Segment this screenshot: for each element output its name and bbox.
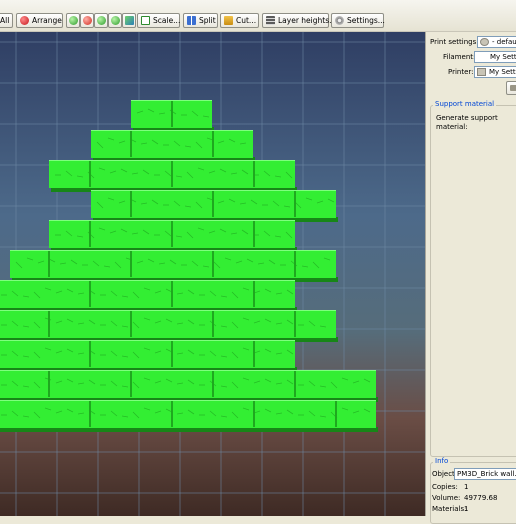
volume-value: 49779.68 <box>464 494 498 502</box>
gear-icon <box>335 16 344 25</box>
copies-value: 1 <box>464 483 469 491</box>
filament-value: My Settings <box>490 53 516 61</box>
filament-label: Filament: <box>443 53 476 61</box>
rotate-left-icon <box>97 16 106 25</box>
print-settings-icon <box>480 38 489 46</box>
select-all-button[interactable]: All <box>0 13 13 28</box>
layers-icon <box>266 16 275 25</box>
split-icon <box>187 16 196 25</box>
arrange-label: Arrange <box>32 16 62 25</box>
print-settings-value: - default - <box>492 38 516 46</box>
cut-button[interactable]: Cut... <box>220 13 259 28</box>
object-value: PM3D_Brick wall.stl <box>457 470 516 478</box>
printer-icon <box>477 68 486 76</box>
support-material-title: Support material <box>433 100 497 108</box>
layer-heights-button[interactable]: Layer heights... <box>262 13 336 28</box>
rotate-right-icon <box>111 16 120 25</box>
arrange-icon <box>20 16 29 25</box>
settings-button[interactable]: Settings... <box>331 13 385 28</box>
scale-icon <box>141 16 150 25</box>
print-settings-label: Print settings: <box>430 38 479 46</box>
scale-button[interactable]: Scale... <box>137 13 180 28</box>
brick-row <box>0 280 295 308</box>
3d-viewport[interactable] <box>0 32 425 516</box>
add-instance-button[interactable] <box>66 13 80 28</box>
printer-value: My Settings <box>489 68 516 76</box>
minus-icon <box>83 16 92 25</box>
cut-icon <box>224 16 233 25</box>
arrange-button[interactable]: Arrange <box>16 13 63 28</box>
printer-settings-icon <box>510 85 516 91</box>
copies-label: Copies: <box>432 483 458 491</box>
volume-label: Volume: <box>432 494 461 502</box>
plus-icon <box>69 16 78 25</box>
select-all-label: All <box>0 16 10 25</box>
scale-label: Scale... <box>153 16 181 25</box>
info-title: Info <box>433 457 451 465</box>
toolbar: All Arrange Scale... Split Cut... Layer … <box>0 0 516 32</box>
object-select[interactable]: PM3D_Brick wall.stl <box>454 468 516 480</box>
brick-row <box>10 250 336 278</box>
brick-row <box>91 130 253 158</box>
plater-scene[interactable] <box>0 32 425 516</box>
settings-label: Settings... <box>347 16 385 25</box>
printer-label: Printer: <box>448 68 474 76</box>
generate-support-label: Generate support material: <box>436 114 498 131</box>
materials-label: Materials: <box>432 505 467 513</box>
printer-settings-button[interactable] <box>506 81 516 95</box>
rotate-button[interactable] <box>122 13 136 28</box>
rotate-right-button[interactable] <box>108 13 122 28</box>
remove-instance-button[interactable] <box>80 13 94 28</box>
support-material-group <box>430 105 516 457</box>
brick-row <box>0 370 376 398</box>
materials-value: 1 <box>464 505 469 513</box>
filament-select[interactable]: My Settings <box>474 51 516 63</box>
brick-row <box>0 400 376 428</box>
print-settings-select[interactable]: - default - <box>477 36 516 48</box>
layer-heights-label: Layer heights... <box>278 16 337 25</box>
cut-label: Cut... <box>236 16 257 25</box>
split-label: Split <box>199 16 216 25</box>
brick-row <box>0 310 336 338</box>
settings-panel: Print settings: - default - Filament: My… <box>425 32 516 524</box>
split-button[interactable]: Split <box>183 13 218 28</box>
rotate-left-button[interactable] <box>94 13 108 28</box>
rotate-icon <box>125 16 134 25</box>
brick-row <box>0 340 295 368</box>
printer-select[interactable]: My Settings <box>474 66 516 78</box>
